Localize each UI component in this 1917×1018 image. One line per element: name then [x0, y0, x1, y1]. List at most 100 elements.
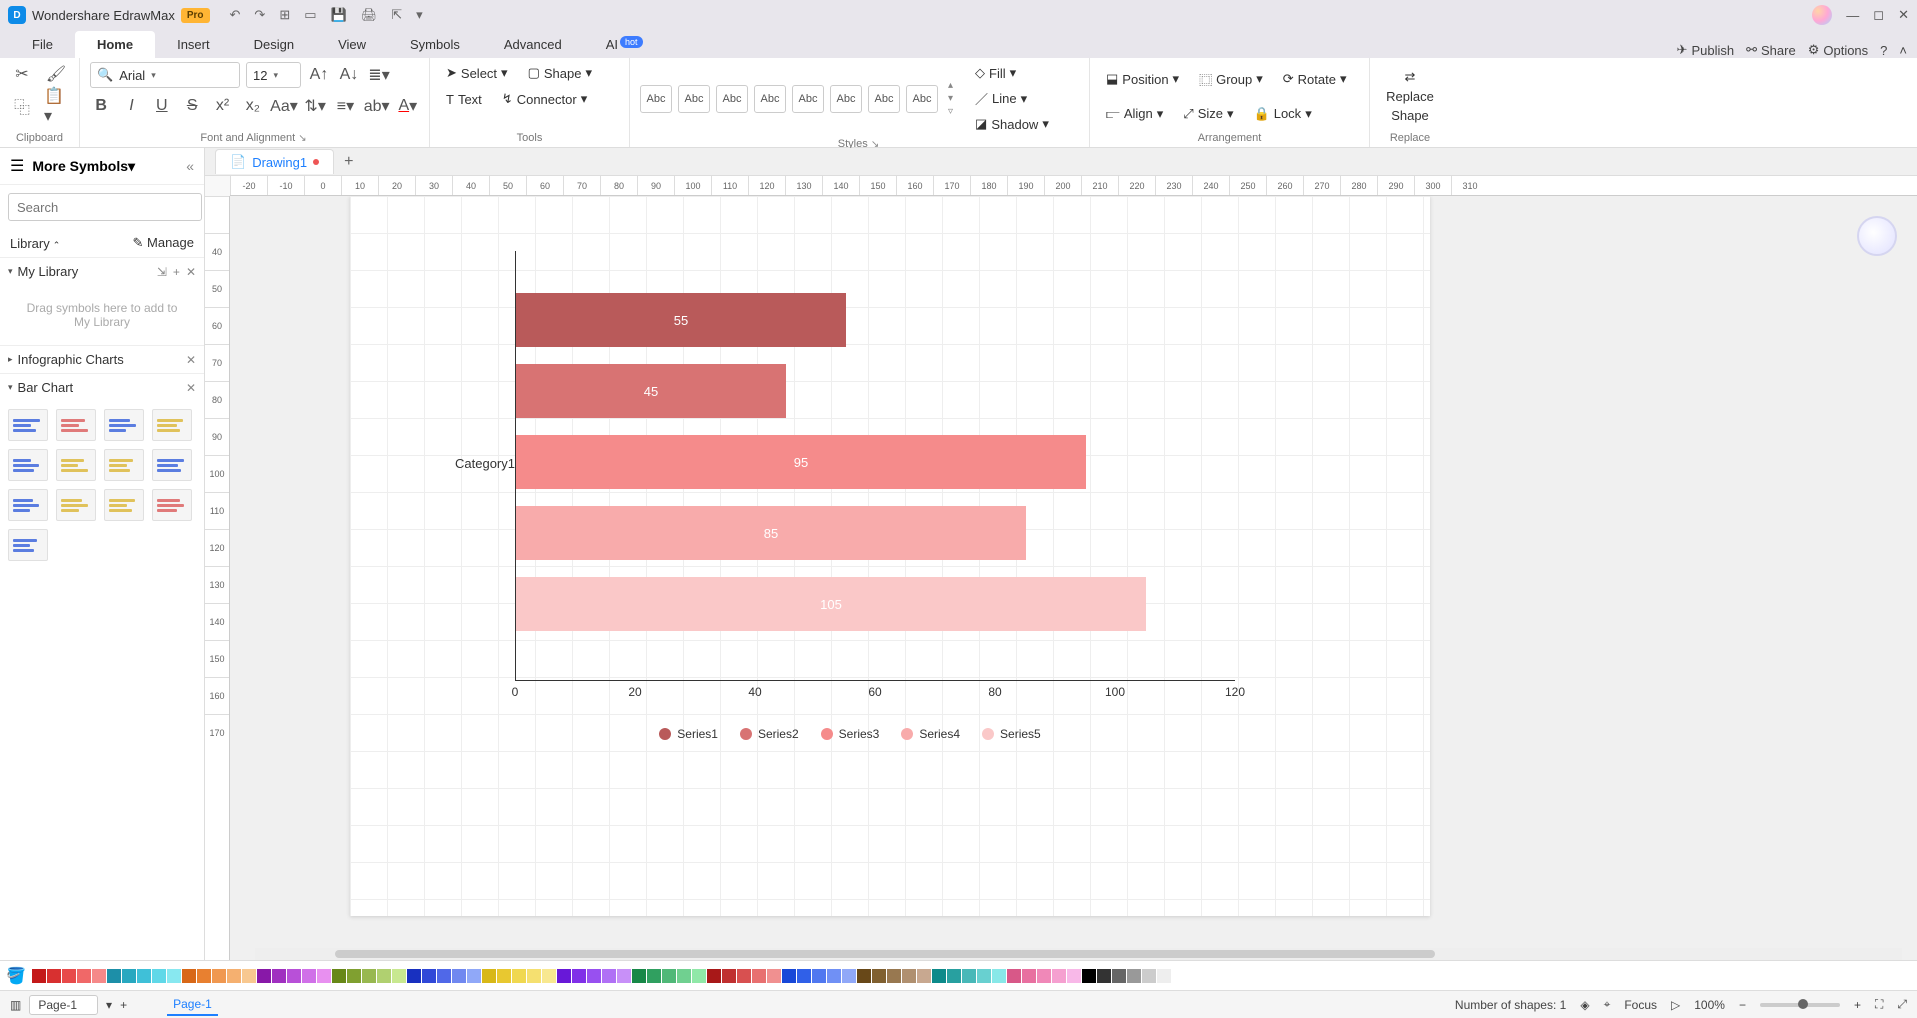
color-swatch[interactable]: [977, 969, 991, 983]
shape-thumb[interactable]: [8, 529, 48, 561]
color-swatch[interactable]: [467, 969, 481, 983]
color-swatch[interactable]: [1052, 969, 1066, 983]
focus-label[interactable]: Focus: [1624, 998, 1657, 1012]
color-swatch[interactable]: [737, 969, 751, 983]
menu-ai[interactable]: AIhot: [584, 31, 665, 58]
style-swatch[interactable]: Abc: [906, 85, 938, 113]
manage-library-button[interactable]: ✎ Manage: [133, 235, 195, 251]
color-swatch[interactable]: [302, 969, 316, 983]
style-swatch[interactable]: Abc: [716, 85, 748, 113]
shape-thumb[interactable]: [8, 449, 48, 481]
color-swatch[interactable]: [587, 969, 601, 983]
color-swatch[interactable]: [362, 969, 376, 983]
shape-thumb[interactable]: [8, 409, 48, 441]
color-swatch[interactable]: [1067, 969, 1081, 983]
color-swatch[interactable]: [167, 969, 181, 983]
color-swatch[interactable]: [1037, 969, 1051, 983]
save-icon[interactable]: 💾: [331, 7, 347, 23]
new-icon[interactable]: ⊞: [279, 7, 290, 23]
color-swatch[interactable]: [1142, 969, 1156, 983]
color-swatch[interactable]: [1112, 969, 1126, 983]
style-swatch[interactable]: Abc: [868, 85, 900, 113]
export-icon[interactable]: ⇱: [391, 7, 402, 23]
rotate-button[interactable]: ⟳Rotate▾: [1277, 68, 1353, 90]
color-swatch[interactable]: [872, 969, 886, 983]
page-selector-dropdown[interactable]: Page-1: [29, 995, 98, 1015]
color-swatch[interactable]: [1157, 969, 1171, 983]
style-swatch[interactable]: Abc: [830, 85, 862, 113]
shape-thumb[interactable]: [104, 449, 144, 481]
zoom-out-button[interactable]: −: [1739, 998, 1746, 1012]
section-my-library[interactable]: ▾My Library ⇲ + ✕: [0, 257, 204, 285]
presentation-icon[interactable]: ▷: [1671, 998, 1680, 1012]
color-swatch[interactable]: [77, 969, 91, 983]
color-swatch[interactable]: [1097, 969, 1111, 983]
style-swatch[interactable]: Abc: [792, 85, 824, 113]
section-barchart[interactable]: ▾Bar Chart ✕: [0, 373, 204, 401]
focus-target-icon[interactable]: ⌖: [1604, 997, 1611, 1012]
color-swatch[interactable]: [242, 969, 256, 983]
color-swatch[interactable]: [452, 969, 466, 983]
shape-thumb[interactable]: [8, 489, 48, 521]
shape-thumb[interactable]: [152, 409, 192, 441]
color-swatch[interactable]: [767, 969, 781, 983]
color-swatch[interactable]: [1022, 969, 1036, 983]
shape-thumb[interactable]: [56, 409, 96, 441]
color-swatch[interactable]: [827, 969, 841, 983]
highlight-icon[interactable]: ab▾: [365, 94, 389, 118]
italic-icon[interactable]: I: [120, 94, 142, 118]
user-avatar-icon[interactable]: [1812, 5, 1832, 25]
color-swatch[interactable]: [722, 969, 736, 983]
options-button[interactable]: ⚙Options: [1808, 42, 1868, 58]
color-swatch[interactable]: [497, 969, 511, 983]
strike-icon[interactable]: S: [181, 94, 203, 118]
color-swatch[interactable]: [647, 969, 661, 983]
assistant-avatar-icon[interactable]: [1857, 216, 1897, 256]
align-button[interactable]: ⫍Align▾: [1100, 103, 1169, 125]
replace-shape-button[interactable]: ⇄ Replace Shape: [1380, 66, 1440, 126]
color-swatch[interactable]: [707, 969, 721, 983]
page-tab[interactable]: Page-1: [167, 994, 218, 1016]
subscript-icon[interactable]: x₂: [242, 94, 264, 118]
shape-thumb[interactable]: [152, 449, 192, 481]
color-swatch[interactable]: [47, 969, 61, 983]
font-size-select[interactable]: 12▾: [246, 62, 301, 88]
color-swatch[interactable]: [632, 969, 646, 983]
bold-icon[interactable]: B: [90, 94, 112, 118]
sidebar-title[interactable]: More Symbols▾: [32, 158, 186, 175]
case-icon[interactable]: Aa▾: [272, 94, 296, 118]
align-icon[interactable]: ≣▾: [367, 63, 391, 87]
color-swatch[interactable]: [197, 969, 211, 983]
shape-thumb[interactable]: [104, 489, 144, 521]
style-swatch[interactable]: Abc: [678, 85, 710, 113]
font-family-select[interactable]: 🔍Arial▾: [90, 62, 240, 88]
increase-font-icon[interactable]: A↑: [307, 63, 331, 87]
page-dropdown-caret-icon[interactable]: ▾: [106, 998, 112, 1012]
page[interactable]: Category1 55459585105020406080100120 Ser…: [350, 196, 1430, 916]
color-swatch[interactable]: [962, 969, 976, 983]
close-section-icon[interactable]: ✕: [186, 353, 196, 367]
import-icon[interactable]: ⇲: [157, 265, 167, 279]
horizontal-scrollbar[interactable]: [255, 948, 1902, 960]
close-section-icon[interactable]: ✕: [186, 381, 196, 395]
help-icon[interactable]: ?: [1880, 43, 1887, 58]
color-swatch[interactable]: [557, 969, 571, 983]
color-swatch[interactable]: [137, 969, 151, 983]
underline-icon[interactable]: U: [151, 94, 173, 118]
add-page-button[interactable]: +: [120, 998, 127, 1012]
color-swatch[interactable]: [692, 969, 706, 983]
print-icon[interactable]: 🖨: [361, 7, 378, 23]
font-dialog-launcher[interactable]: ↘: [298, 133, 308, 144]
color-swatch[interactable]: [782, 969, 796, 983]
canvas[interactable]: Category1 55459585105020406080100120 Ser…: [230, 196, 1917, 960]
open-icon[interactable]: ▭: [304, 7, 316, 23]
library-dropdown[interactable]: Library⌃: [10, 236, 60, 251]
undo-icon[interactable]: ↶: [230, 7, 241, 23]
color-swatch[interactable]: [947, 969, 961, 983]
position-button[interactable]: ⬓Position▾: [1100, 68, 1185, 90]
close-icon[interactable]: ✕: [1898, 7, 1909, 23]
color-swatch[interactable]: [527, 969, 541, 983]
color-swatch[interactable]: [422, 969, 436, 983]
style-scroll-down-icon[interactable]: ▾: [948, 93, 953, 104]
zoom-slider[interactable]: [1760, 1003, 1840, 1007]
